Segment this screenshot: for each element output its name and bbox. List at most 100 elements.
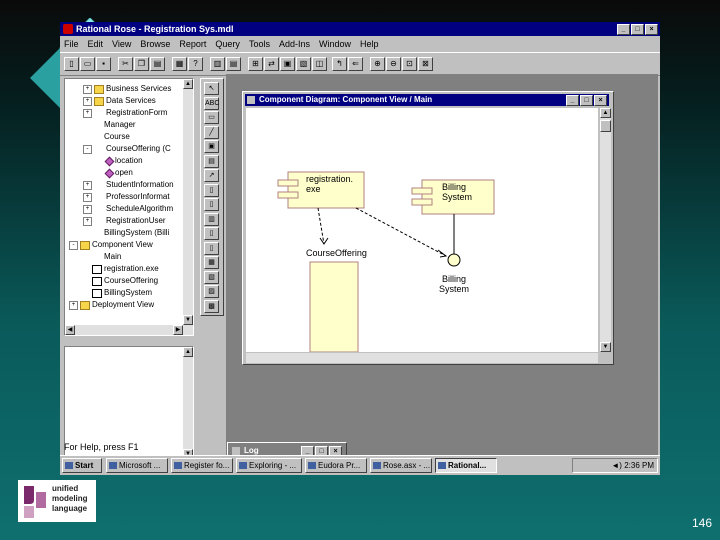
diagram-minimize-button[interactable]: _ bbox=[566, 95, 579, 106]
tree-item[interactable]: + Business Services bbox=[83, 83, 171, 95]
palette-tool-icon[interactable]: ▨ bbox=[204, 285, 219, 298]
minimize-button[interactable]: _ bbox=[617, 24, 630, 35]
taskbar-item-eudora[interactable]: Eudora Pr... bbox=[305, 458, 367, 473]
palette-tool-icon[interactable]: ▯ bbox=[204, 183, 219, 197]
new-file-icon[interactable]: ▯ bbox=[64, 57, 79, 71]
browser-vertical-scrollbar[interactable]: ▲ ▼ bbox=[183, 79, 193, 335]
menu-view[interactable]: View bbox=[112, 37, 131, 51]
taskbar-item-microsoft[interactable]: Microsoft ... bbox=[106, 458, 168, 473]
tree-item[interactable]: + RegistrationUser bbox=[83, 215, 166, 227]
tree-expander-icon[interactable]: + bbox=[83, 180, 92, 190]
menu-browse[interactable]: Browse bbox=[140, 37, 170, 51]
diagram-scroll-down-icon[interactable]: ▼ bbox=[600, 342, 611, 352]
component-diagram-window[interactable]: Component Diagram: Component View / Main… bbox=[242, 91, 614, 365]
palette-tool-icon[interactable]: ↖ bbox=[204, 82, 219, 95]
view-browser-icon[interactable]: ▥ bbox=[210, 57, 225, 71]
tree-expander-icon[interactable]: - bbox=[83, 144, 92, 154]
doc-scroll-up-icon[interactable]: ▲ bbox=[183, 347, 193, 357]
scroll-up-arrow-icon[interactable]: ▲ bbox=[183, 79, 193, 89]
tree-expander-icon[interactable]: + bbox=[83, 96, 92, 106]
interaction-diagram-icon[interactable]: ⇄ bbox=[264, 57, 279, 71]
palette-tool-icon[interactable]: ▤ bbox=[204, 154, 219, 168]
tree-item[interactable]: - CourseOffering (C bbox=[83, 143, 171, 155]
copy-icon[interactable]: ❐ bbox=[134, 57, 149, 71]
maximize-button[interactable]: □ bbox=[631, 24, 644, 35]
taskbar-item-rose-asx[interactable]: Rose.asx - ... bbox=[370, 458, 432, 473]
palette-tool-icon[interactable]: ▧ bbox=[204, 270, 219, 284]
palette-tool-icon[interactable]: ▭ bbox=[204, 111, 219, 124]
tree-item[interactable]: Main bbox=[83, 251, 121, 263]
menu-window[interactable]: Window bbox=[319, 37, 351, 51]
cut-icon[interactable]: ✂ bbox=[118, 57, 133, 71]
menu-addins[interactable]: Add-Ins bbox=[279, 37, 310, 51]
scroll-right-arrow-icon[interactable]: ▶ bbox=[173, 325, 183, 335]
class-diagram-icon[interactable]: ⊞ bbox=[248, 57, 263, 71]
browser-horizontal-scrollbar[interactable]: ◀ ▶ bbox=[65, 325, 183, 335]
tree-expander-icon[interactable]: - bbox=[69, 240, 78, 250]
menu-edit[interactable]: Edit bbox=[88, 37, 104, 51]
undo-fit-icon[interactable]: ⊠ bbox=[418, 57, 433, 71]
taskbar-item-register[interactable]: Register fo... bbox=[171, 458, 233, 473]
close-button[interactable]: × bbox=[645, 24, 658, 35]
palette-tool-icon[interactable]: ▩ bbox=[204, 299, 219, 313]
browse-previous-icon[interactable]: ⇐ bbox=[348, 57, 363, 71]
billing-interface-lollipop[interactable] bbox=[447, 214, 461, 267]
scroll-down-arrow-icon[interactable]: ▼ bbox=[183, 315, 193, 325]
palette-tool-icon[interactable]: ABC bbox=[204, 96, 219, 110]
diagram-scroll-up-icon[interactable]: ▲ bbox=[600, 108, 611, 118]
dependency-to-billing-interface[interactable] bbox=[355, 207, 447, 257]
tree-item[interactable]: BillingSystem bbox=[83, 287, 152, 299]
palette-tool-icon[interactable]: ▦ bbox=[204, 256, 219, 269]
zoom-out-icon[interactable]: ⊖ bbox=[386, 57, 401, 71]
tree-item[interactable]: + ProfessorInformat bbox=[83, 191, 170, 203]
tree-expander-icon[interactable]: + bbox=[69, 300, 78, 310]
browse-parent-icon[interactable]: ↰ bbox=[332, 57, 347, 71]
taskbar-item-exploring[interactable]: Exploring - ... bbox=[236, 458, 302, 473]
tree-item[interactable]: registration.exe bbox=[83, 263, 159, 275]
diagram-scroll-thumb[interactable] bbox=[600, 120, 611, 132]
state-diagram-icon[interactable]: ◫ bbox=[312, 57, 327, 71]
tree-item[interactable]: + Data Services bbox=[83, 95, 156, 107]
diagram-vertical-scrollbar[interactable]: ▲ ▼ bbox=[600, 108, 611, 352]
diagram-close-button[interactable]: × bbox=[594, 95, 607, 106]
save-icon[interactable]: ▪ bbox=[96, 57, 111, 71]
open-folder-icon[interactable]: ▭ bbox=[80, 57, 95, 71]
menu-query[interactable]: Query bbox=[215, 37, 240, 51]
tree-expander-icon[interactable]: + bbox=[83, 204, 92, 214]
palette-tool-icon[interactable]: ▯ bbox=[204, 198, 219, 211]
tree-item[interactable]: open bbox=[97, 167, 133, 179]
tree-item[interactable]: Course bbox=[83, 131, 130, 143]
deployment-diagram-icon[interactable]: ▧ bbox=[296, 57, 311, 71]
tree-item[interactable]: location bbox=[97, 155, 143, 167]
menu-report[interactable]: Report bbox=[179, 37, 206, 51]
print-icon[interactable]: ▦ bbox=[172, 57, 187, 71]
component-course-offering[interactable] bbox=[309, 261, 359, 352]
diagram-maximize-button[interactable]: □ bbox=[580, 95, 593, 106]
palette-tool-icon[interactable]: ▯ bbox=[204, 241, 219, 255]
tree-expander-icon[interactable]: + bbox=[83, 216, 92, 226]
scroll-left-arrow-icon[interactable]: ◀ bbox=[65, 325, 75, 335]
menu-file[interactable]: File bbox=[64, 37, 79, 51]
model-browser[interactable]: ▲ ▼ ◀ ▶ + Business Services + Data Services… bbox=[64, 78, 194, 336]
zoom-in-icon[interactable]: ⊕ bbox=[370, 57, 385, 71]
palette-tool-icon[interactable]: ▥ bbox=[204, 212, 219, 226]
palette-tool-icon[interactable]: ▯ bbox=[204, 227, 219, 240]
tree-item[interactable]: CourseOffering bbox=[83, 275, 158, 287]
speaker-icon[interactable]: ◄) bbox=[611, 461, 622, 470]
palette-tool-icon[interactable]: ▣ bbox=[204, 140, 219, 153]
component-diagram-icon[interactable]: ▣ bbox=[280, 57, 295, 71]
tree-expander-icon[interactable]: + bbox=[83, 192, 92, 202]
tree-item[interactable]: Manager bbox=[83, 119, 136, 131]
tree-item[interactable]: + ScheduleAlgorithm bbox=[83, 203, 173, 215]
palette-tool-icon[interactable]: ↗ bbox=[204, 169, 219, 182]
paste-icon[interactable]: ▤ bbox=[150, 57, 165, 71]
tree-item[interactable]: BillingSystem (Billi bbox=[83, 227, 169, 239]
view-documentation-icon[interactable]: ▤ bbox=[226, 57, 241, 71]
tree-item[interactable]: + Deployment View bbox=[69, 299, 154, 311]
taskbar-item-rational[interactable]: Rational... bbox=[435, 458, 497, 473]
tree-item[interactable]: + RegistrationForm bbox=[83, 107, 167, 119]
tree-item[interactable]: - Component View bbox=[69, 239, 153, 251]
palette-tool-icon[interactable]: ╱ bbox=[204, 125, 219, 139]
diagram-canvas[interactable]: registration. exe Billing System CourseO… bbox=[246, 108, 598, 352]
diagram-horizontal-scrollbar[interactable] bbox=[246, 353, 598, 363]
